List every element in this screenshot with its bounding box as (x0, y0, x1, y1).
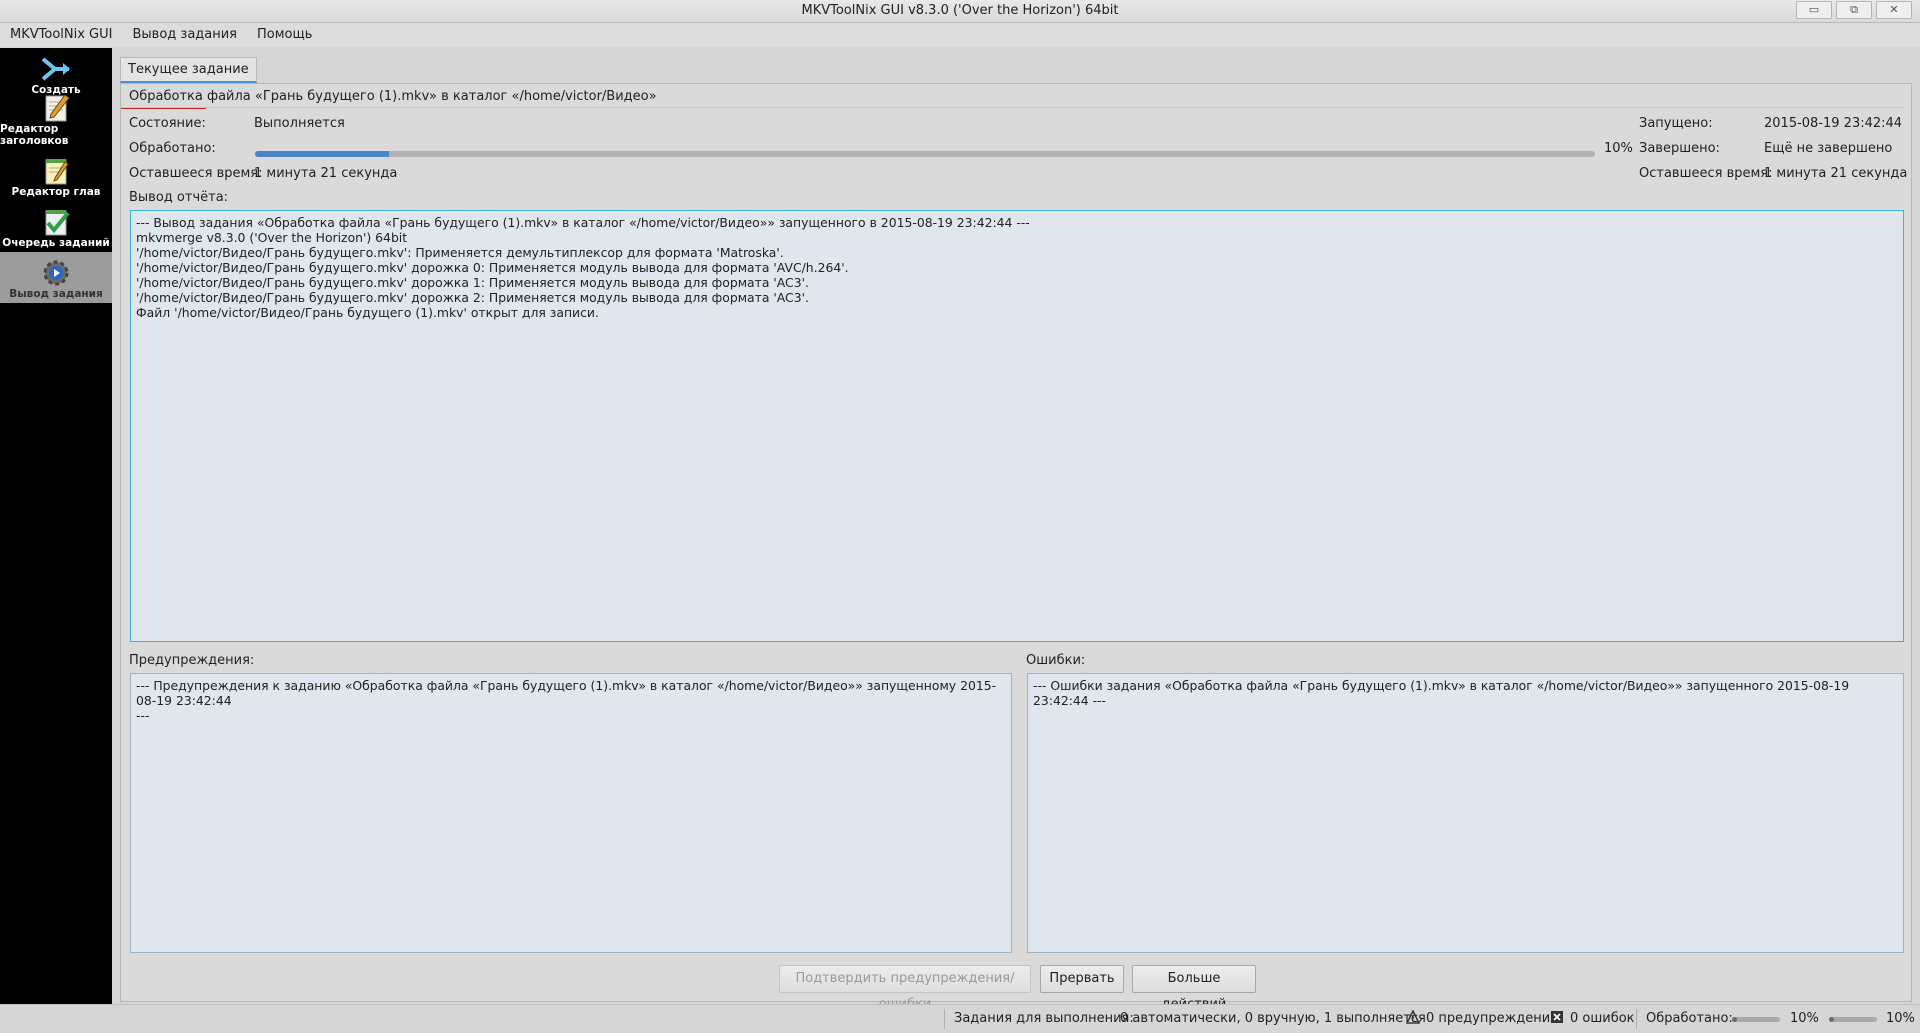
acknowledge-warnings-button[interactable]: Подтвердить предупреждения/ошибки (779, 965, 1031, 1012)
status-value: Выполняется (254, 116, 345, 131)
sidebar-item-merge[interactable]: Создать (0, 48, 112, 99)
status-progress-bar (1732, 1017, 1780, 1022)
sidebar-item-header-editor[interactable]: Редактор заголовков (0, 94, 112, 150)
processed-label: Обработано: (129, 141, 216, 156)
sidebar-item-label: Очередь заданий (2, 237, 110, 249)
status-progress-fill (1732, 1017, 1737, 1022)
statusbar: Задания для выполнения: 0 автоматически,… (0, 1004, 1920, 1033)
finished-value: Ещё не завершено (1764, 141, 1893, 156)
menu-mkvtoolnix[interactable]: MKVToolNix GUI (0, 23, 122, 47)
status-processed-value: 10% (1790, 1011, 1819, 1026)
sidebar: Создать Редактор заголовков Редактор гла… (0, 48, 112, 1004)
progress-fill (255, 151, 389, 157)
output-label: Вывод отчёта: (129, 190, 229, 205)
remaining-value: 1 минута 21 секунда (254, 166, 398, 181)
divider (1636, 1009, 1637, 1029)
window-titlebar: MKVToolNix GUI v8.3.0 ('Over the Horizon… (0, 0, 1920, 23)
progress-percent: 10% (1604, 141, 1633, 156)
status-progress-fill (1829, 1017, 1834, 1022)
job-panel: Обработка файла «Грань будущего (1).mkv»… (120, 83, 1912, 1012)
status-progress-bar-total (1829, 1017, 1877, 1022)
status-label: Состояние: (129, 116, 206, 131)
minimize-button[interactable]: ▭ (1796, 1, 1832, 19)
divider (944, 1009, 945, 1029)
sidebar-item-label: Редактор глав (11, 186, 101, 198)
remaining-label: Оставшееся время: (129, 166, 263, 181)
error-icon (1550, 1010, 1564, 1028)
abort-button[interactable]: Прервать (1040, 965, 1124, 993)
menu-job-output[interactable]: Вывод задания (122, 23, 247, 47)
merge-arrows-icon (38, 54, 74, 84)
warnings-label: Предупреждения: (129, 653, 255, 668)
errors-count[interactable]: 0 ошибок (1570, 1011, 1635, 1026)
menu-help[interactable]: Помощь (247, 23, 322, 47)
more-actions-button[interactable]: Больше действий (1132, 965, 1256, 1012)
status-processed-value-total: 10% (1886, 1011, 1915, 1026)
warning-icon (1405, 1009, 1421, 1028)
warnings-textbox[interactable]: --- Предупреждения к заданию «Обработка … (130, 673, 1012, 953)
status-processed-label: Обработано: (1646, 1011, 1733, 1026)
main-content: Текущее задание Обработка файла «Грань б… (113, 48, 1920, 1012)
finished-label: Завершено: (1639, 141, 1720, 156)
header-editor-pencil-icon (38, 93, 74, 123)
job-output-gear-icon (38, 258, 74, 288)
menubar: MKVToolNix GUI Вывод задания Помощь (0, 23, 1920, 47)
sidebar-item-job-queue[interactable]: Очередь заданий (0, 201, 112, 252)
errors-textbox[interactable]: --- Ошибки задания «Обработка файла «Гра… (1027, 673, 1904, 953)
started-value: 2015-08-19 23:42:44 (1764, 116, 1903, 131)
warnings-count[interactable]: 0 предупреждений (1426, 1011, 1559, 1026)
started-label: Запущено: (1639, 116, 1713, 131)
progress-bar (255, 151, 1595, 157)
maximize-button[interactable]: ⧉ (1836, 1, 1872, 19)
sidebar-item-label: Вывод задания (9, 288, 103, 300)
close-button[interactable]: ✕ (1876, 1, 1912, 19)
sidebar-item-label: Редактор заголовков (0, 123, 69, 147)
sidebar-item-chapter-editor[interactable]: Редактор глав (0, 150, 112, 201)
spellcheck-underline (121, 108, 206, 109)
chapter-editor-notepad-icon (38, 156, 74, 186)
errors-label: Ошибки: (1026, 653, 1086, 668)
job-queue-checkmark-icon (38, 207, 74, 237)
jobs-value: 0 автоматически, 0 вручную, 1 выполняетс… (1120, 1011, 1426, 1026)
window-title: MKVToolNix GUI v8.3.0 ('Over the Horizon… (801, 3, 1119, 18)
tabbar: Текущее задание (120, 57, 257, 83)
divider (121, 107, 1903, 108)
sidebar-item-job-output[interactable]: Вывод задания (0, 252, 112, 303)
job-description: Обработка файла «Грань будущего (1).mkv»… (129, 89, 657, 104)
remaining-label-right: Оставшееся время: (1639, 166, 1773, 181)
jobs-label: Задания для выполнения: (954, 1011, 1134, 1026)
tab-current-job[interactable]: Текущее задание (120, 57, 257, 83)
remaining-value-right: 1 минута 21 секунда (1764, 166, 1908, 181)
output-textbox[interactable]: --- Вывод задания «Обработка файла «Гран… (130, 210, 1904, 642)
